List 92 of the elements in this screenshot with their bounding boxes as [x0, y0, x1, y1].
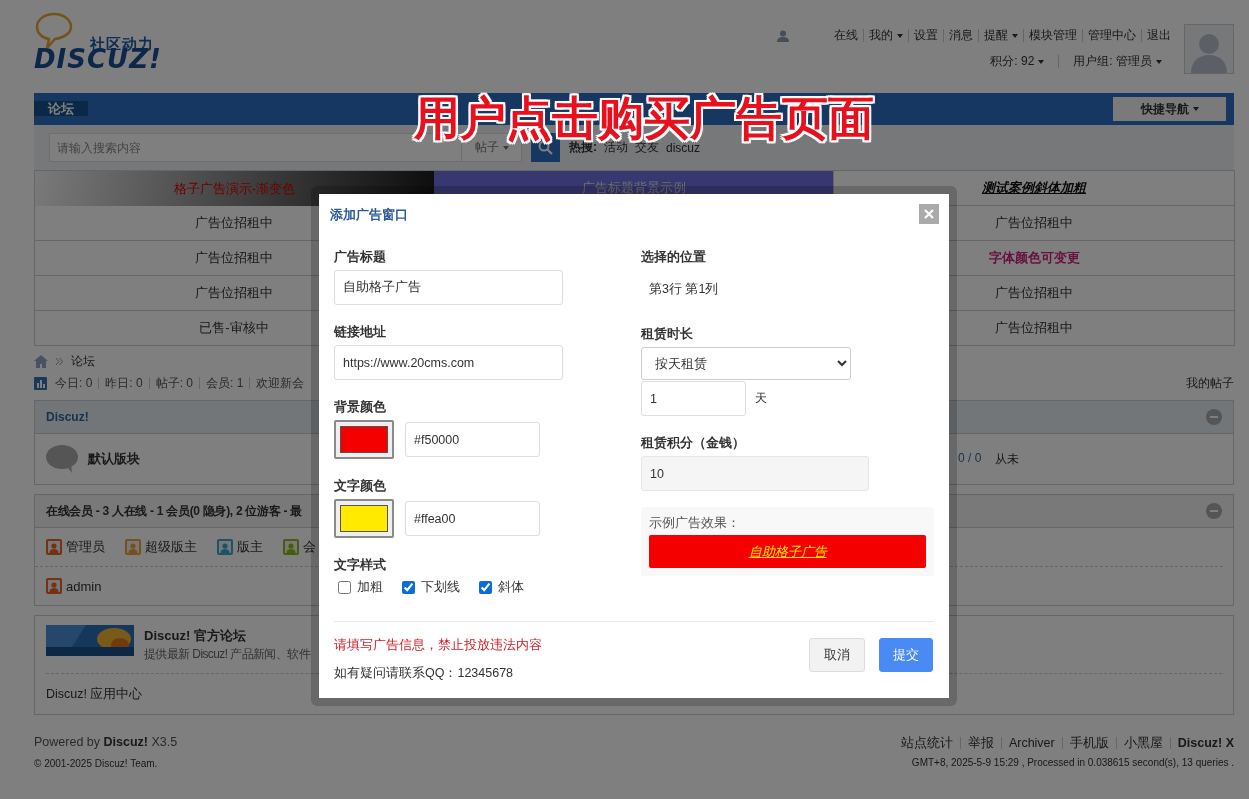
chat-bubble-icon	[46, 445, 78, 473]
stat-text: 昨日: 0	[98, 377, 149, 389]
ad-slot-link[interactable]: 广告位招租中	[195, 249, 273, 267]
field-label: 文字样式	[334, 557, 387, 573]
dialog-title: 添加广告窗口	[330, 205, 408, 224]
caret-icon	[502, 145, 509, 150]
footer-stats-text: GMT+8, 2025-5-9 15:29 , Processed in 0.038615 second(s), 13 queries .	[911, 757, 1234, 768]
caret-icon	[1192, 107, 1199, 112]
breadcrumb-link[interactable]: 论坛	[71, 352, 95, 370]
footer-link[interactable]: 手机版	[1061, 737, 1116, 749]
avatar-icon	[1184, 24, 1234, 74]
ad-slot-link[interactable]: 广告位招租中	[195, 284, 273, 302]
color-swatch[interactable]	[334, 499, 394, 538]
copyright-text: © 2001-2025 Discuz! Team.	[34, 758, 159, 769]
stat-text: 帖子: 0	[148, 377, 200, 389]
ad-slot-link[interactable]: 已售-审核中	[199, 319, 269, 337]
quick-nav-button[interactable]: 快捷导航	[1113, 97, 1226, 121]
nav-link[interactable]: 在线	[829, 29, 863, 42]
nav-link[interactable]: 管理中心	[1082, 29, 1141, 42]
nav-link[interactable]: 模块管理	[1023, 29, 1082, 42]
color-field[interactable]: #f50000	[405, 422, 540, 457]
contact-text: 如有疑问请联系QQ：12345678	[334, 665, 515, 682]
footer-link[interactable]: 站点统计	[893, 737, 960, 749]
nav-link[interactable]: 消息	[943, 29, 978, 42]
speech-bubble-icon	[34, 12, 74, 50]
chevron-icon	[56, 357, 63, 365]
section-title: 在线会员 - 3 人在线 - 1 会员(0 隐身), 2 位游客 - 最	[46, 502, 302, 520]
nav-link[interactable]: 退出	[1141, 29, 1176, 42]
footer-link[interactable]: Archiver	[1000, 737, 1062, 749]
field-label: 背景颜色	[334, 399, 387, 415]
ad-slot-link[interactable]: 广告位招租中	[995, 214, 1073, 232]
post-count: 0 / 0	[958, 450, 982, 467]
unit-text: 天	[755, 390, 767, 407]
ad-preview-text: 自助格子广告	[748, 542, 827, 561]
nav-link[interactable]: 提醒	[978, 29, 1023, 42]
checkbox[interactable]	[402, 581, 415, 594]
field-label: 链接地址	[334, 324, 387, 340]
ad-slot-link[interactable]: 广告位招租中	[195, 214, 273, 232]
ad-slot-link[interactable]: 测试案例斜体加粗	[982, 179, 1086, 197]
forum-name[interactable]: 默认版块	[88, 450, 140, 468]
chart-icon	[34, 376, 47, 390]
member-link[interactable]: admin	[66, 578, 102, 594]
user-icon	[777, 29, 789, 42]
user-info-link[interactable]: 用户组: 管理员	[1058, 55, 1176, 68]
checkbox-label: 斜体	[498, 579, 524, 596]
ad-title-field[interactable]: 自助格子广告	[334, 270, 563, 305]
legend-label: 会	[303, 538, 316, 556]
field-label: 文字颜色	[334, 478, 387, 494]
color-field[interactable]: #ffea00	[405, 501, 540, 536]
field-label: 广告标题	[334, 249, 387, 265]
link-title[interactable]: Discuz! 官方论坛	[144, 627, 310, 645]
checkbox[interactable]	[479, 581, 492, 594]
stat-text: 今日: 0	[54, 377, 94, 389]
preview-label: 示例广告效果：	[649, 515, 741, 532]
nav-tab[interactable]: 论坛	[34, 101, 88, 116]
position-text: 第3行 第1列	[648, 281, 720, 298]
footer-link[interactable]: Discuz! X	[1169, 737, 1234, 749]
user-info-link[interactable]: 积分: 92	[976, 55, 1059, 68]
amount-field[interactable]: 1	[641, 381, 746, 416]
my-posts-link[interactable]: 我的帖子	[1186, 374, 1234, 392]
warning-text: 请填写广告信息，禁止投放违法内容	[334, 637, 542, 654]
color-swatch[interactable]	[334, 420, 394, 459]
legend-label: 超级版主	[145, 538, 197, 556]
submit-button[interactable]: 提交	[879, 638, 933, 672]
nav-link[interactable]: 我的	[863, 29, 908, 42]
link-field[interactable]: https://www.20cms.com	[334, 345, 563, 380]
hot-link[interactable]: discuz	[666, 140, 700, 155]
footer-link[interactable]: 举报	[959, 737, 1001, 749]
footer-link[interactable]: 小黑屋	[1115, 737, 1170, 749]
legend-label: 管理员	[66, 538, 105, 556]
last-post-text: 从未	[995, 450, 1020, 468]
ad-slot-link[interactable]: 广告位招租中	[995, 284, 1073, 302]
checkbox[interactable]	[338, 581, 351, 594]
close-icon	[924, 209, 934, 219]
ad-slot-link[interactable]: 广告位招租中	[995, 319, 1073, 337]
duration-select[interactable]: 按天租赁	[641, 347, 851, 380]
section-title[interactable]: Discuz!	[46, 410, 89, 424]
legend-label: 版主	[237, 538, 263, 556]
price-field[interactable]: 10	[641, 456, 869, 491]
checkbox-label: 加粗	[357, 579, 383, 596]
hot-label: 热搜:	[569, 140, 597, 156]
link-description: 提供最新 Discuz! 产品新闻、软件	[144, 646, 310, 663]
field-label: 租赁积分（金钱）	[641, 435, 746, 451]
ad-slot-link[interactable]: 字体颜色可变更	[988, 249, 1080, 267]
nav-link[interactable]: 设置	[908, 29, 943, 42]
powered-by-text: Powered by Discuz! X3.5	[34, 735, 178, 749]
cancel-button[interactable]: 取消	[809, 638, 865, 672]
checkbox-label: 下划线	[421, 579, 460, 596]
field-label: 选择的位置	[641, 249, 707, 265]
field-label: 租赁时长	[641, 326, 694, 342]
stat-text: 会员: 1	[199, 377, 250, 389]
stat-text: 欢迎新会	[249, 377, 311, 389]
